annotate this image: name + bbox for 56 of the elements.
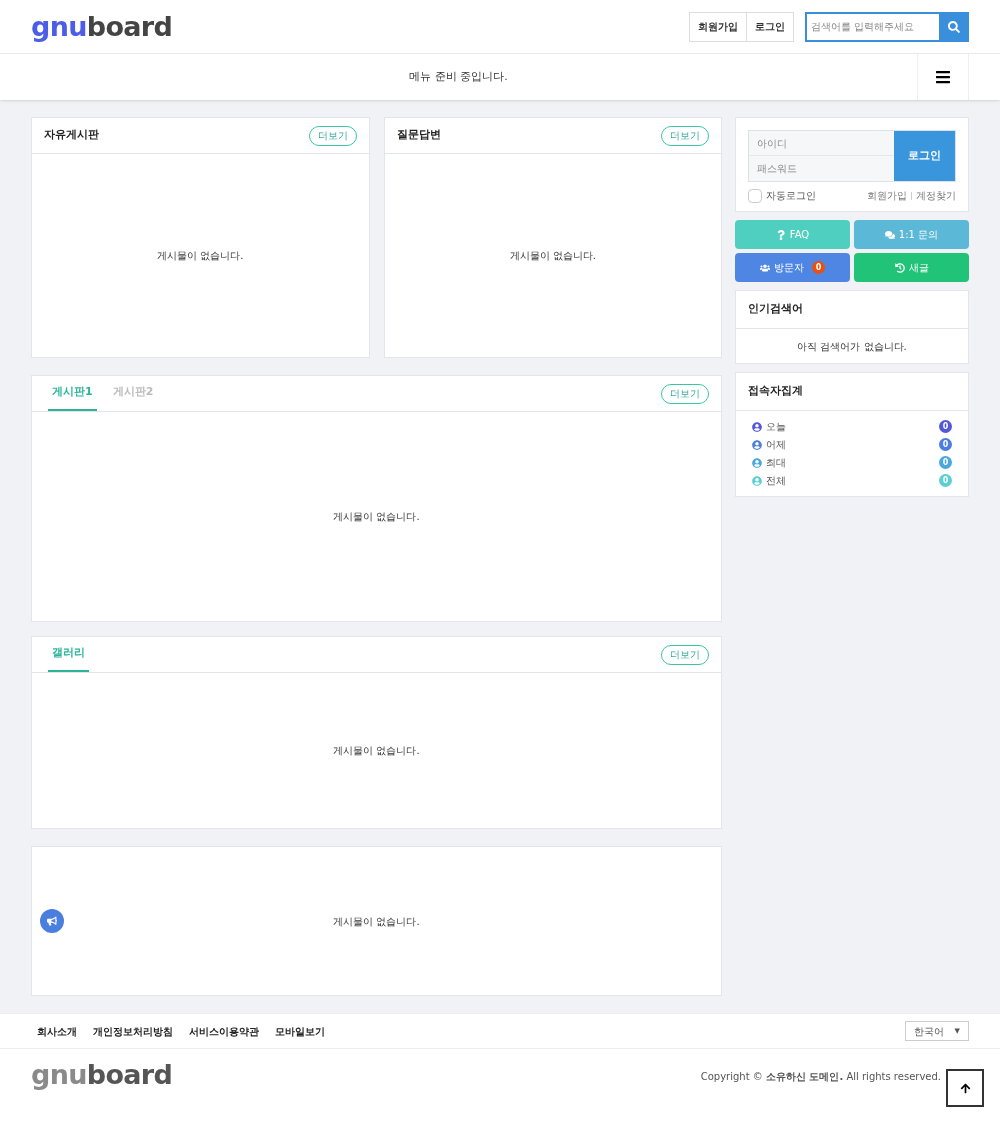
quick-button[interactable]: 방문자 0 [735,253,850,282]
empty-message: 게시물이 없습니다. [333,914,420,929]
header-link[interactable]: 로그인 [746,12,793,41]
auto-login-checkbox[interactable] [748,188,762,203]
user-icon [752,439,762,450]
stat-label: 최대 [766,456,786,470]
users-icon [760,262,770,273]
board-tab[interactable]: 게시판1 [48,376,97,411]
section-title: 인기검색어 [748,301,803,318]
user-icon [752,457,762,468]
auto-login-label: 자동로그인 [766,189,816,203]
stat-count: 0 [939,456,952,469]
menu-button[interactable] [917,54,969,100]
account-link[interactable]: 회원가입 [867,188,907,203]
footer-link[interactable]: 모바일보기 [275,1023,325,1039]
copyright: Copyright © 소유하신 도메인. All rights reserved. [700,1070,941,1084]
megaphone-button[interactable] [40,909,64,933]
section-title: 접속자집계 [748,383,803,400]
menu-icon [935,69,951,85]
footer-link[interactable]: 회사소개 [37,1023,77,1039]
megaphone-icon [47,916,57,926]
empty-message: 게시물이 없습니다. [509,249,596,263]
stat-label: 전체 [766,474,786,488]
search-button[interactable] [939,11,969,42]
arrow-up-icon [959,1082,971,1094]
login-button[interactable]: 로그인 [894,131,955,181]
chat-icon [884,229,895,240]
user-icon [752,475,762,486]
stat-label: 오늘 [766,420,786,434]
board-title[interactable]: 질문답변 [396,127,441,144]
stat-count: 0 [939,438,952,451]
logo[interactable]: gnuboard [31,13,173,40]
header-link[interactable]: 회원가입 [690,12,746,41]
search-field[interactable]: 검색어를 입력해주세요 [805,11,939,42]
stat-label: 어제 [766,438,786,452]
board-title[interactable]: 자유게시판 [44,127,99,144]
top-button[interactable] [946,1069,984,1107]
count-badge: 0 [812,261,825,274]
stat-count: 0 [939,474,952,487]
password-field[interactable]: 패스워드 [749,156,894,181]
board-tab[interactable]: 갤러리 [48,637,89,672]
empty-message: 게시물이 없습니다. [333,510,420,524]
menu-message: 메뉴 준비 중입니다. [409,68,508,85]
stat-count: 0 [939,420,952,433]
question-icon [775,229,786,240]
logo[interactable]: gnuboard [31,1061,173,1088]
empty-message: 게시물이 없습니다. [333,744,420,758]
user-icon [752,421,762,432]
empty-message: 게시물이 없습니다. [157,249,244,263]
id-field[interactable]: 아이디 [749,131,894,156]
footer-link[interactable]: 서비스이용약관 [189,1023,259,1039]
history-icon [894,262,905,273]
empty-message: 아직 검색어가 없습니다. [797,339,907,354]
footer-link[interactable]: 개인정보처리방침 [93,1023,173,1039]
account-link[interactable]: 계정찾기 [916,188,956,203]
search-icon [948,20,960,33]
